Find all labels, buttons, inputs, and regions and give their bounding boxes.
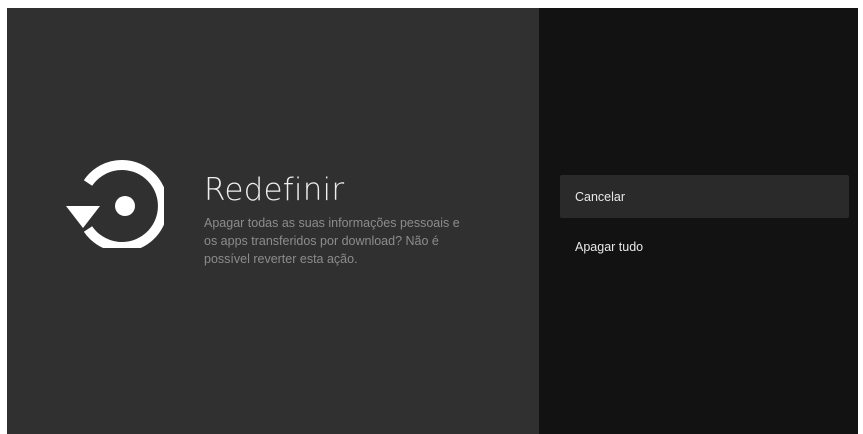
reset-icon	[66, 160, 164, 248]
actions-list: Cancelar Apagar tudo	[560, 175, 849, 268]
page-description: Apagar todas as suas informações pessoai…	[204, 216, 460, 266]
page-title: Redefinir	[204, 172, 345, 208]
actions-panel: Cancelar Apagar tudo	[539, 8, 858, 434]
guidance-panel: Redefinir Apagar todas as suas informaçõ…	[7, 8, 539, 434]
erase-all-button[interactable]: Apagar tudo	[560, 225, 849, 268]
factory-reset-screen: Redefinir Apagar todas as suas informaçõ…	[7, 8, 858, 434]
cancel-button[interactable]: Cancelar	[560, 175, 849, 218]
